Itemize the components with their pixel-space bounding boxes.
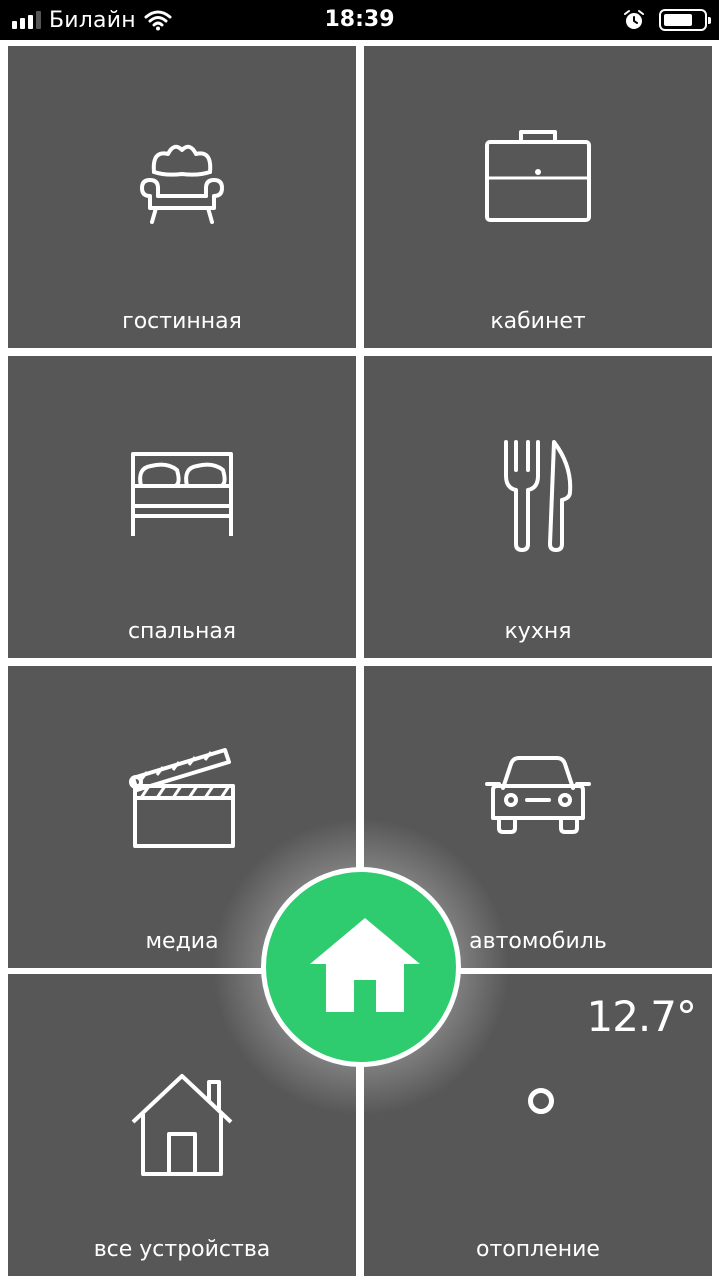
sofa-icon <box>140 144 224 224</box>
room-grid: гостинная кабинет спальная кухня медиа а… <box>0 40 719 1280</box>
tile-label: отопление <box>476 1237 600 1262</box>
tile-label: кухня <box>504 619 572 644</box>
status-right <box>623 0 711 40</box>
clock: 18:39 <box>324 7 395 32</box>
status-bar: Билайн 18:39 <box>0 0 719 40</box>
home-button[interactable] <box>261 867 461 1067</box>
tile-label: кабинет <box>490 309 586 334</box>
tile-kitchen[interactable]: кухня <box>364 356 712 658</box>
temperature-readout: 12.7° <box>586 992 697 1041</box>
alarm-icon <box>624 10 644 29</box>
tile-living-room[interactable]: гостинная <box>8 46 356 348</box>
briefcase-icon <box>485 130 591 222</box>
cutlery-icon <box>504 440 573 552</box>
clapperboard-icon <box>129 748 235 848</box>
heating-icon <box>528 1088 554 1114</box>
bed-icon <box>131 452 233 536</box>
tile-label: гостинная <box>122 309 242 334</box>
house-icon <box>131 1074 233 1176</box>
tile-bedroom[interactable]: спальная <box>8 356 356 658</box>
tile-office[interactable]: кабинет <box>364 46 712 348</box>
tile-label: спальная <box>127 619 237 644</box>
tile-label: все устройства <box>93 1237 271 1262</box>
home-icon <box>310 918 420 1012</box>
battery-icon <box>659 9 711 31</box>
car-icon <box>485 756 591 834</box>
